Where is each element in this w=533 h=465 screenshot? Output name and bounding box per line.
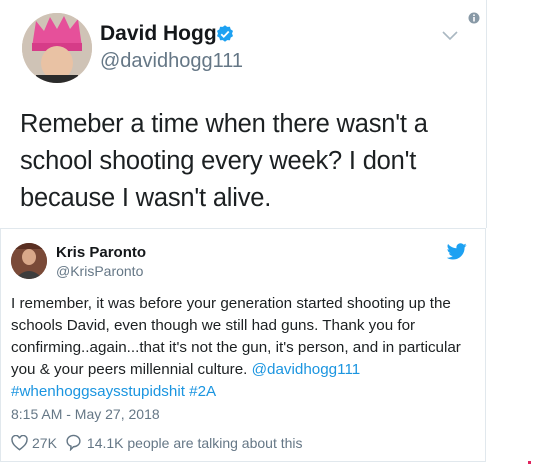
chevron-down-icon[interactable]	[441, 30, 459, 42]
hashtag-links[interactable]: #whenhoggsaysstupidshit #2A	[11, 383, 216, 400]
verified-badge-icon	[217, 25, 233, 42]
mention-link[interactable]: @davidhogg111	[252, 361, 361, 378]
info-icon[interactable]	[468, 12, 480, 24]
user-handle[interactable]: @davidhogg111	[100, 50, 243, 73]
display-name[interactable]: David Hogg	[100, 22, 217, 46]
tweet-actions: 27K 14.1K people are talking about this	[11, 434, 303, 451]
conversation-count[interactable]: 14.1K people are talking about this	[87, 435, 303, 451]
twitter-bird-icon[interactable]	[447, 243, 467, 260]
decorative-dot	[528, 461, 531, 464]
tweet-timestamp[interactable]: 8:15 AM - May 27, 2018	[11, 406, 160, 422]
original-tweet-card: David Hogg @davidhogg111 Remeber a time …	[0, 0, 487, 228]
quote-user-handle[interactable]: @KrisParonto	[56, 263, 143, 279]
reply-bubble-icon[interactable]	[65, 434, 82, 451]
david-hogg-avatar[interactable]	[22, 13, 92, 83]
quote-body-text: I remember, it was before your generatio…	[11, 295, 461, 378]
heart-icon[interactable]	[11, 434, 28, 451]
tweet-text: Remeber a time when there wasn't a schoo…	[20, 110, 428, 212]
quote-tweet-card[interactable]: Kris Paronto @KrisParonto I remember, it…	[0, 228, 486, 462]
quote-display-name[interactable]: Kris Paronto	[56, 244, 146, 261]
like-count[interactable]: 27K	[32, 435, 57, 451]
quote-tweet-text: I remember, it was before your generatio…	[11, 293, 481, 403]
kris-paronto-avatar[interactable]	[11, 243, 47, 279]
